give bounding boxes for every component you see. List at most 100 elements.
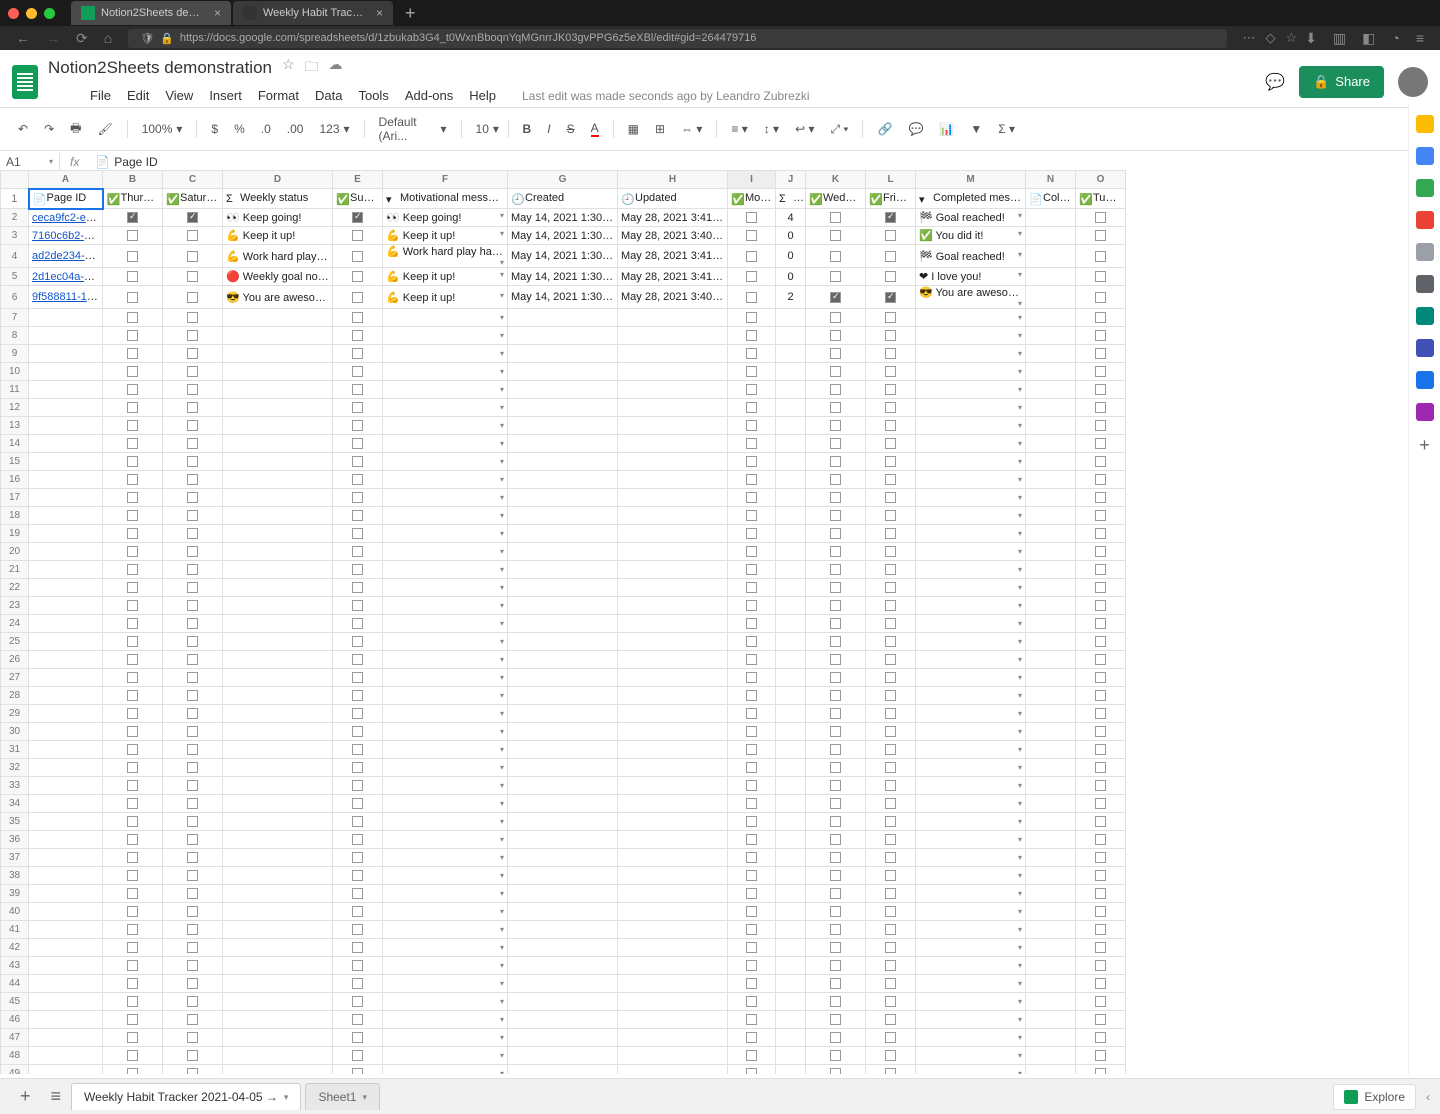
cell-I27[interactable] xyxy=(728,669,776,687)
checkbox[interactable] xyxy=(830,690,841,701)
cell-C14[interactable] xyxy=(163,435,223,453)
cell-B27[interactable] xyxy=(103,669,163,687)
cell-I34[interactable] xyxy=(728,795,776,813)
dec-increase-button[interactable]: .00 xyxy=(281,118,310,140)
cell-H5[interactable]: May 28, 2021 3:41 PM xyxy=(618,268,728,286)
checkbox[interactable] xyxy=(746,420,757,431)
checkbox[interactable] xyxy=(127,852,138,863)
cell-C5[interactable] xyxy=(163,268,223,286)
column-header-O[interactable]: O xyxy=(1076,171,1126,189)
cell-O9[interactable] xyxy=(1076,345,1126,363)
cell-J41[interactable] xyxy=(776,921,806,939)
cell-F36[interactable]: ▾ xyxy=(383,831,508,849)
cell-I48[interactable] xyxy=(728,1047,776,1065)
checkbox[interactable] xyxy=(830,798,841,809)
chevron-down-icon[interactable]: ▾ xyxy=(500,1033,504,1042)
chevron-down-icon[interactable]: ▾ xyxy=(500,211,504,220)
side-panel-app-icon[interactable] xyxy=(1416,147,1434,165)
cell-E42[interactable] xyxy=(333,939,383,957)
cell-A49[interactable] xyxy=(29,1065,103,1075)
cell-N3[interactable] xyxy=(1026,227,1076,245)
cell-M24[interactable]: ▾ xyxy=(916,615,1026,633)
cell-F46[interactable]: ▾ xyxy=(383,1011,508,1029)
cell-C43[interactable] xyxy=(163,957,223,975)
cell-F48[interactable]: ▾ xyxy=(383,1047,508,1065)
cell-G13[interactable] xyxy=(508,417,618,435)
checkbox[interactable] xyxy=(830,726,841,737)
cell-J20[interactable] xyxy=(776,543,806,561)
cell-D21[interactable] xyxy=(223,561,333,579)
checkbox[interactable] xyxy=(885,230,896,241)
chevron-down-icon[interactable]: ▾ xyxy=(1018,475,1022,484)
row-header-35[interactable]: 35 xyxy=(1,813,29,831)
cell-F6[interactable]: 💪 Keep it up!▾ xyxy=(383,286,508,309)
side-panel-add-button[interactable]: + xyxy=(1419,435,1430,456)
row-header-13[interactable]: 13 xyxy=(1,417,29,435)
checkbox[interactable] xyxy=(885,816,896,827)
row-header-31[interactable]: 31 xyxy=(1,741,29,759)
checkbox[interactable] xyxy=(1095,618,1106,629)
cell-A24[interactable] xyxy=(29,615,103,633)
cell-L21[interactable] xyxy=(866,561,916,579)
cell-G41[interactable] xyxy=(508,921,618,939)
cell-B25[interactable] xyxy=(103,633,163,651)
checkbox[interactable] xyxy=(352,564,363,575)
cell-M49[interactable]: ▾ xyxy=(916,1065,1026,1075)
cell-E12[interactable] xyxy=(333,399,383,417)
checkbox[interactable] xyxy=(352,438,363,449)
cell-I37[interactable] xyxy=(728,849,776,867)
cell-N9[interactable] xyxy=(1026,345,1076,363)
cell-J3[interactable]: 0 xyxy=(776,227,806,245)
row-header-1[interactable]: 1 xyxy=(1,189,29,209)
chevron-down-icon[interactable]: ▾ xyxy=(500,258,504,267)
checkbox[interactable] xyxy=(885,438,896,449)
chevron-down-icon[interactable]: ▾ xyxy=(500,493,504,502)
checkbox[interactable] xyxy=(1095,292,1106,303)
cell-B7[interactable] xyxy=(103,309,163,327)
cell-B48[interactable] xyxy=(103,1047,163,1065)
window-controls[interactable] xyxy=(8,8,55,19)
cell-M4[interactable]: 🏁 Goal reached!▾ xyxy=(916,245,1026,268)
checkbox[interactable] xyxy=(127,510,138,521)
cell-G46[interactable] xyxy=(508,1011,618,1029)
cell-F14[interactable]: ▾ xyxy=(383,435,508,453)
row-header-2[interactable]: 2 xyxy=(1,209,29,227)
header-cell-J[interactable]: ΣCalc xyxy=(776,189,806,209)
cell-D29[interactable] xyxy=(223,705,333,723)
checkbox[interactable] xyxy=(830,348,841,359)
checkbox[interactable] xyxy=(1095,1014,1106,1025)
checkbox[interactable] xyxy=(127,528,138,539)
checkbox[interactable] xyxy=(1095,798,1106,809)
cell-M48[interactable]: ▾ xyxy=(916,1047,1026,1065)
checkbox[interactable] xyxy=(127,816,138,827)
checkbox[interactable] xyxy=(352,456,363,467)
checkbox[interactable] xyxy=(885,1014,896,1025)
cell-A20[interactable] xyxy=(29,543,103,561)
cell-K23[interactable] xyxy=(806,597,866,615)
checkbox[interactable] xyxy=(352,1068,363,1074)
page-id-link[interactable]: ad2de234-149f-4 xyxy=(32,250,103,262)
cell-M14[interactable]: ▾ xyxy=(916,435,1026,453)
checkbox[interactable] xyxy=(885,348,896,359)
cell-K24[interactable] xyxy=(806,615,866,633)
checkbox[interactable] xyxy=(352,330,363,341)
cell-C28[interactable] xyxy=(163,687,223,705)
checkbox[interactable] xyxy=(352,271,363,282)
cell-A38[interactable] xyxy=(29,867,103,885)
checkbox[interactable] xyxy=(1095,744,1106,755)
cell-A9[interactable] xyxy=(29,345,103,363)
row-header-49[interactable]: 49 xyxy=(1,1065,29,1075)
cell-K20[interactable] xyxy=(806,543,866,561)
cell-I42[interactable] xyxy=(728,939,776,957)
chevron-down-icon[interactable]: ▾ xyxy=(1018,439,1022,448)
cell-L31[interactable] xyxy=(866,741,916,759)
column-header-C[interactable]: C xyxy=(163,171,223,189)
checkbox[interactable] xyxy=(830,438,841,449)
cell-I9[interactable] xyxy=(728,345,776,363)
cell-N7[interactable] xyxy=(1026,309,1076,327)
cell-C44[interactable] xyxy=(163,975,223,993)
cell-L33[interactable] xyxy=(866,777,916,795)
add-sheet-button[interactable]: + xyxy=(10,1086,41,1107)
cell-J24[interactable] xyxy=(776,615,806,633)
cell-G25[interactable] xyxy=(508,633,618,651)
